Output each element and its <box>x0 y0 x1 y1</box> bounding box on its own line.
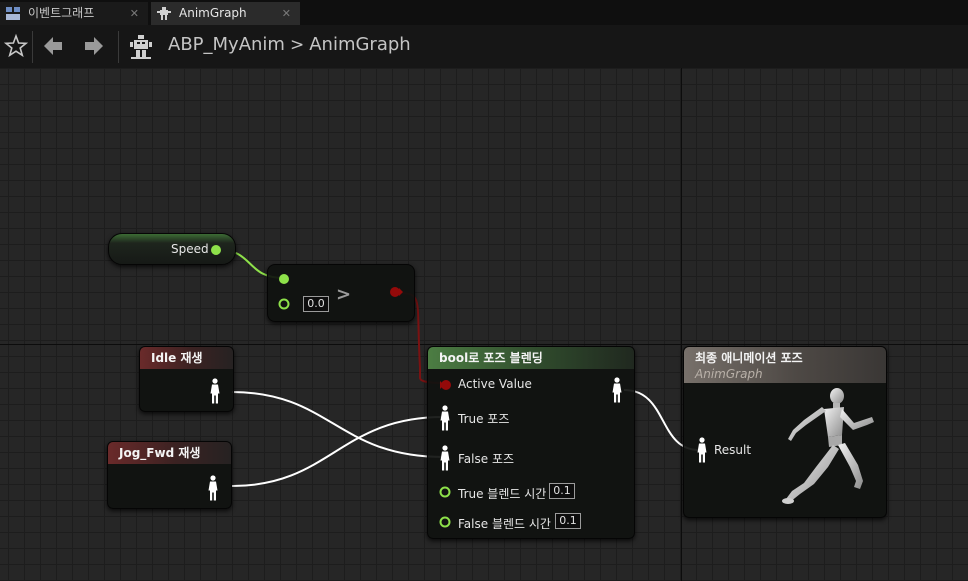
float-input-pin[interactable] <box>438 485 452 499</box>
node-header: 최종 애니메이션 포즈 AnimGraph <box>684 347 886 383</box>
anim-graph-icon <box>157 7 171 20</box>
breadcrumb-item-graph[interactable]: AnimGraph <box>309 34 410 55</box>
true-blend-time-label: True 블렌드 시간 <box>458 487 547 501</box>
bool-input-pin[interactable] <box>438 378 454 392</box>
speed-variable-node[interactable]: Speed <box>108 233 236 265</box>
float-input-pin-a[interactable] <box>277 272 291 286</box>
idle-play-node[interactable]: Idle 재생 <box>139 346 234 412</box>
star-icon[interactable] <box>3 33 29 59</box>
false-pose-pin-icon[interactable] <box>439 445 451 471</box>
jog-to-true-wire <box>231 416 444 487</box>
result-label: Result <box>714 443 752 457</box>
false-pose-label: False 포즈 <box>458 452 515 466</box>
toolbar-separator <box>32 31 33 63</box>
breadcrumb-separator: > <box>289 35 305 55</box>
forward-arrow-icon[interactable] <box>81 33 107 59</box>
active-value-label: Active Value <box>458 377 532 391</box>
true-pose-pin-icon[interactable] <box>439 405 451 431</box>
tab-label: AnimGraph <box>179 6 247 20</box>
compare-value-field[interactable]: 0.0 <box>303 296 329 312</box>
output-pose-node[interactable]: 최종 애니메이션 포즈 AnimGraph Result <box>683 346 887 518</box>
close-icon[interactable]: ✕ <box>282 2 291 25</box>
pose-output-pin-icon[interactable] <box>209 378 221 404</box>
pose-output-pin-icon[interactable] <box>611 377 623 403</box>
tab-event-graph[interactable]: 이벤트그래프 ✕ <box>0 2 148 25</box>
anim-blueprint-icon <box>130 35 152 59</box>
node-title: bool로 포즈 블렌딩 <box>428 347 634 369</box>
result-pin-icon[interactable] <box>696 437 708 463</box>
float-input-pin-b[interactable] <box>277 297 291 311</box>
float-output-pin[interactable] <box>209 243 223 257</box>
close-icon[interactable]: ✕ <box>130 2 139 25</box>
node-title: 최종 애니메이션 포즈 <box>695 351 803 365</box>
pose-output-pin-icon[interactable] <box>207 475 219 501</box>
float-input-pin[interactable] <box>438 515 452 529</box>
true-pose-label: True 포즈 <box>458 412 510 426</box>
tab-anim-graph[interactable]: AnimGraph ✕ <box>151 2 300 25</box>
speed-label: Speed <box>171 242 209 256</box>
greater-than-node[interactable]: 0.0 > <box>267 264 415 322</box>
greater-than-operator: > <box>336 284 352 305</box>
breadcrumb: ABP_MyAnim > AnimGraph <box>168 34 411 55</box>
event-graph-icon <box>6 7 20 20</box>
node-title: Jog_Fwd 재생 <box>108 442 231 464</box>
true-blend-time-field[interactable]: 0.1 <box>549 483 575 499</box>
blend-poses-by-bool-node[interactable]: bool로 포즈 블렌딩 Active Value True 포즈 False … <box>427 346 635 539</box>
idle-to-false-wire <box>231 391 444 458</box>
tab-label: 이벤트그래프 <box>28 6 95 20</box>
node-title: Idle 재생 <box>140 347 233 369</box>
toolbar-separator <box>118 31 119 63</box>
back-arrow-icon[interactable] <box>40 33 66 59</box>
jog-fwd-play-node[interactable]: Jog_Fwd 재생 <box>107 441 232 509</box>
breadcrumb-item-blueprint[interactable]: ABP_MyAnim <box>168 34 285 55</box>
false-blend-time-label: False 블렌드 시간 <box>458 517 551 531</box>
tab-bar: 이벤트그래프 ✕ AnimGraph ✕ <box>0 0 968 25</box>
false-blend-time-field[interactable]: 0.1 <box>555 513 581 529</box>
bool-output-pin[interactable] <box>388 285 404 299</box>
node-subtitle: AnimGraph <box>695 367 763 381</box>
running-mannequin-icon <box>782 388 874 504</box>
toolbar: ABP_MyAnim > AnimGraph <box>0 25 968 68</box>
graph-canvas[interactable]: Speed 0.0 > Idle 재생 Jog_Fwd 재생 bool로 포즈 … <box>0 68 968 581</box>
